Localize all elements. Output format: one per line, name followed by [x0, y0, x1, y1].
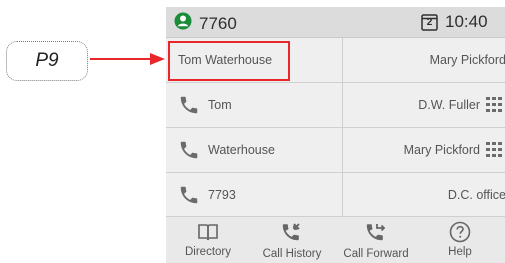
line-key-label: Waterhouse — [208, 143, 275, 157]
line-key-label: 7793 — [208, 188, 236, 202]
line-key-label: Mary Pickford — [403, 143, 480, 157]
calendar-icon: 2 — [421, 13, 438, 31]
soft-key-label: Directory — [184, 246, 231, 258]
help-button[interactable]: Help — [418, 221, 502, 258]
line-key-label: D.C. office — [447, 188, 505, 202]
callout-text: P9 — [35, 50, 59, 71]
soft-key-bar: Directory Call History Call Forward Help — [166, 216, 505, 263]
line-key-right-3[interactable]: Mary Pickford — [343, 128, 505, 172]
line-key-label: D.W. Fuller — [418, 98, 480, 112]
phone-icon — [178, 139, 200, 161]
soft-key-label: Help — [448, 246, 472, 258]
line-key-left-3[interactable]: Waterhouse — [166, 128, 342, 172]
blf-grid-icon — [486, 97, 505, 113]
phone-icon — [178, 184, 200, 206]
book-icon — [197, 221, 219, 243]
callout-label: P9 — [6, 41, 88, 81]
status-bar: 7760 2 10:40 — [166, 7, 505, 38]
phone-icon — [178, 94, 200, 116]
extension-number: 7760 — [199, 13, 237, 33]
clock-time: 10:40 — [445, 12, 488, 31]
soft-key-label: Call Forward — [343, 248, 409, 260]
call-history-icon — [280, 221, 304, 245]
line-key-label: Mary Pickford — [429, 53, 505, 67]
line-key-label: Tom — [208, 98, 232, 112]
call-history-button[interactable]: Call History — [250, 221, 334, 260]
account-status[interactable]: 7760 — [174, 12, 237, 35]
line-key-right-4[interactable]: D.C. office — [343, 173, 505, 217]
call-forward-button[interactable]: Call Forward — [334, 221, 418, 260]
line-key-right-2[interactable]: D.W. Fuller — [343, 83, 505, 127]
help-icon — [449, 221, 471, 243]
line-key-left-2[interactable]: Tom — [166, 83, 342, 127]
blf-grid-icon — [486, 142, 505, 158]
call-forward-icon — [364, 221, 388, 245]
soft-key-label: Call History — [262, 248, 322, 260]
directory-button[interactable]: Directory — [166, 221, 250, 258]
calendar-day: 2 — [426, 17, 433, 28]
clock-area: 2 10:40 — [421, 12, 488, 32]
account-icon — [174, 12, 192, 35]
highlight-box — [168, 41, 290, 81]
line-key-left-4[interactable]: 7793 — [166, 173, 342, 217]
callout-arrow — [90, 53, 165, 65]
line-key-right-1[interactable]: Mary Pickford — [343, 38, 505, 82]
